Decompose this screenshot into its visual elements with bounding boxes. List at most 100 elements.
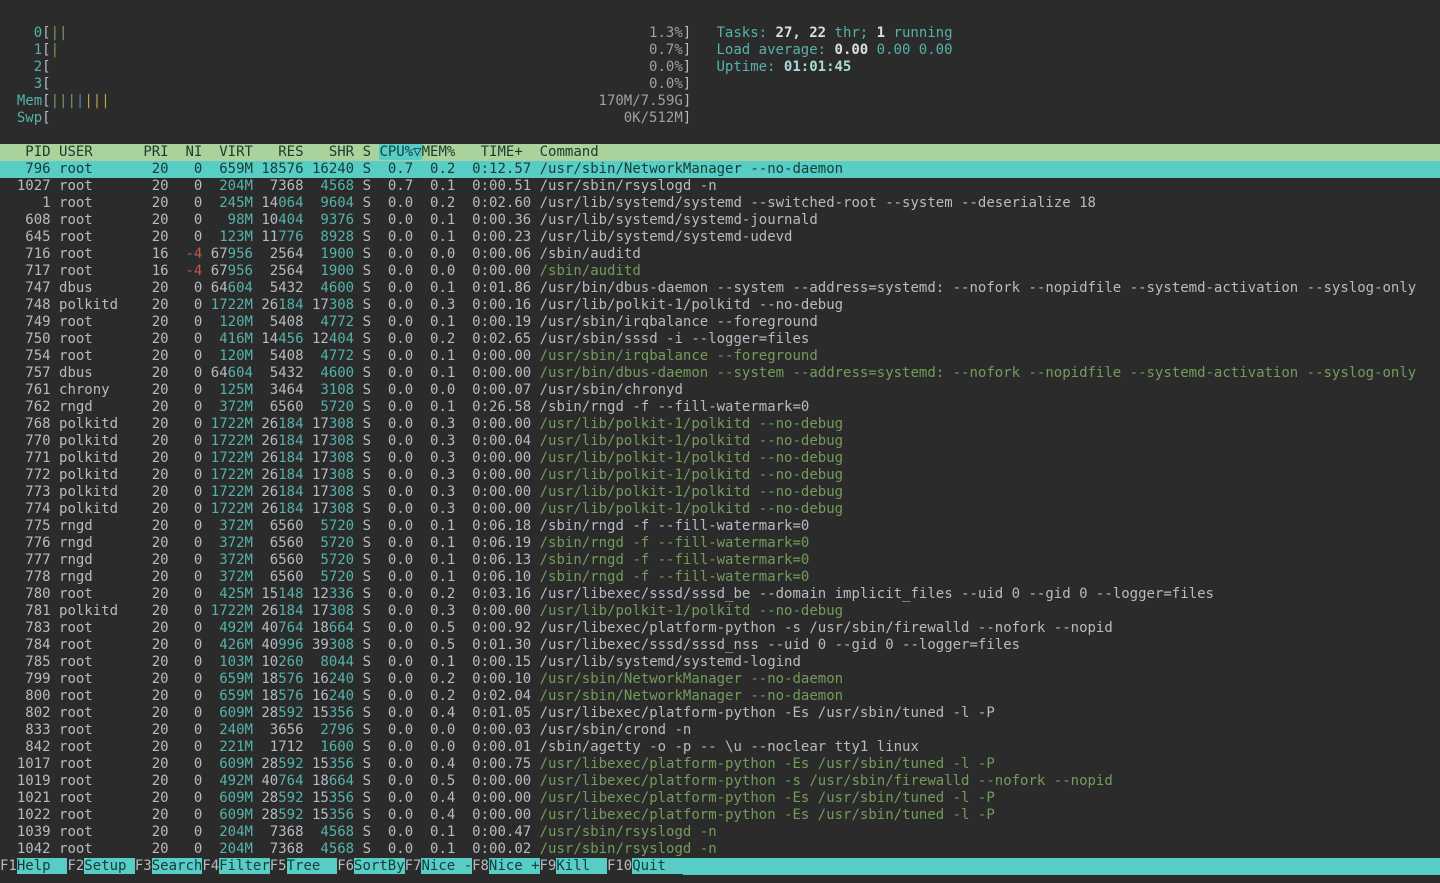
cell-time: 0:00.47 (464, 824, 531, 840)
cell-pri: 20 (143, 722, 168, 738)
process-row[interactable]: 778 rngd 20 0 372M 6560 5720 S 0.0 0.1 0… (0, 569, 1440, 586)
fnkey-nice-[interactable]: F8Nice + (472, 858, 539, 875)
fnkey-label: Tree (287, 858, 338, 874)
process-row[interactable]: 1027 root 20 0 204M 7368 4568 S 0.7 0.1 … (0, 178, 1440, 195)
cell-res: 18576 (261, 161, 303, 177)
process-row[interactable]: 781 polkitd 20 0 1722M 26184 17308 S 0.0… (0, 603, 1440, 620)
column-header-res[interactable]: RES (261, 144, 303, 160)
process-row[interactable]: 608 root 20 0 98M 10404 9376 S 0.0 0.1 0… (0, 212, 1440, 229)
cell-shr: 15356 (312, 705, 354, 721)
process-row[interactable]: 770 polkitd 20 0 1722M 26184 17308 S 0.0… (0, 433, 1440, 450)
column-header-state[interactable]: S (363, 144, 371, 160)
fnkey-search[interactable]: F3Search (135, 858, 202, 875)
process-row[interactable]: 775 rngd 20 0 372M 6560 5720 S 0.0 0.1 0… (0, 518, 1440, 535)
cell-command: /sbin/rngd -f --fill-watermark=0 (540, 399, 810, 415)
process-row[interactable]: 762 rngd 20 0 372M 6560 5720 S 0.0 0.1 0… (0, 399, 1440, 416)
column-header-cpu-sorted[interactable]: CPU%▽ (379, 144, 421, 160)
process-row[interactable]: 800 root 20 0 659M 18576 16240 S 0.0 0.2… (0, 688, 1440, 705)
column-header-command[interactable]: Command (540, 144, 599, 160)
process-row[interactable]: 785 root 20 0 103M 10260 8044 S 0.0 0.1 … (0, 654, 1440, 671)
process-row[interactable]: 747 dbus 20 0 64604 5432 4600 S 0.0 0.1 … (0, 280, 1440, 297)
cell-virt: 204M (211, 178, 253, 194)
column-header-ni[interactable]: NI (177, 144, 202, 160)
cell-user: polkitd (59, 484, 135, 500)
process-row[interactable]: 750 root 20 0 416M 14456 12404 S 0.0 0.2… (0, 331, 1440, 348)
fnkey-quit[interactable]: F10Quit (607, 858, 683, 875)
process-row[interactable]: 768 polkitd 20 0 1722M 26184 17308 S 0.0… (0, 416, 1440, 433)
process-row[interactable]: 757 dbus 20 0 64604 5432 4600 S 0.0 0.1 … (0, 365, 1440, 382)
process-row[interactable]: 773 polkitd 20 0 1722M 26184 17308 S 0.0… (0, 484, 1440, 501)
cell-pri: 20 (143, 586, 168, 602)
cell-state: S (363, 399, 371, 415)
cell-shr: 17308 (312, 484, 354, 500)
cell-virt: 67956 (211, 246, 253, 262)
process-row[interactable]: 777 rngd 20 0 372M 6560 5720 S 0.0 0.1 0… (0, 552, 1440, 569)
process-row[interactable]: 749 root 20 0 120M 5408 4772 S 0.0 0.1 0… (0, 314, 1440, 331)
cell-virt: 659M (211, 161, 253, 177)
process-row[interactable]: 645 root 20 0 123M 11776 8928 S 0.0 0.1 … (0, 229, 1440, 246)
cell-shr: 16240 (312, 161, 354, 177)
process-row[interactable]: 748 polkitd 20 0 1722M 26184 17308 S 0.0… (0, 297, 1440, 314)
process-row[interactable]: 780 root 20 0 425M 15148 12336 S 0.0 0.2… (0, 586, 1440, 603)
fnkey-filter[interactable]: F4Filter (202, 858, 269, 875)
cell-pid: 772 (0, 467, 51, 483)
process-row[interactable]: 754 root 20 0 120M 5408 4772 S 0.0 0.1 0… (0, 348, 1440, 365)
column-header-shr[interactable]: SHR (312, 144, 354, 160)
process-row[interactable]: 717 root 16 -4 67956 2564 1900 S 0.0 0.0… (0, 263, 1440, 280)
fnkey-kill[interactable]: F9Kill (540, 858, 607, 875)
process-row[interactable]: 842 root 20 0 221M 1712 1600 S 0.0 0.0 0… (0, 739, 1440, 756)
fnkey-nice-[interactable]: F7Nice - (405, 858, 472, 875)
column-header-mem[interactable]: MEM% (422, 144, 456, 160)
process-row[interactable]: 1039 root 20 0 204M 7368 4568 S 0.0 0.1 … (0, 824, 1440, 841)
cell-cpu-percent: 0.0 (379, 348, 413, 364)
cell-state: S (363, 382, 371, 398)
column-header-pid[interactable]: PID (0, 144, 51, 160)
fnkey-number: F3 (135, 858, 152, 874)
cell-cpu-percent: 0.0 (379, 535, 413, 551)
cell-pid: 1042 (0, 841, 51, 857)
process-row[interactable]: 774 polkitd 20 0 1722M 26184 17308 S 0.0… (0, 501, 1440, 518)
process-row[interactable]: 771 polkitd 20 0 1722M 26184 17308 S 0.0… (0, 450, 1440, 467)
cell-time: 0:00.02 (464, 841, 531, 857)
process-row[interactable]: 1 root 20 0 245M 14064 9604 S 0.0 0.2 0:… (0, 195, 1440, 212)
fnkey-tree[interactable]: F5Tree (270, 858, 337, 875)
process-row[interactable]: 716 root 16 -4 67956 2564 1900 S 0.0 0.0… (0, 246, 1440, 263)
process-row[interactable]: 1022 root 20 0 609M 28592 15356 S 0.0 0.… (0, 807, 1440, 824)
column-header-virt[interactable]: VIRT (211, 144, 253, 160)
fnkey-setup[interactable]: F2Setup (67, 858, 134, 875)
column-header-user[interactable]: USER (59, 144, 135, 160)
process-row[interactable]: 776 rngd 20 0 372M 6560 5720 S 0.0 0.1 0… (0, 535, 1440, 552)
cell-shr: 9376 (312, 212, 354, 228)
process-row[interactable]: 1017 root 20 0 609M 28592 15356 S 0.0 0.… (0, 756, 1440, 773)
cell-state: S (363, 467, 371, 483)
cell-ni: 0 (177, 586, 202, 602)
cell-time: 0:00.00 (464, 773, 531, 789)
process-row[interactable]: 1042 root 20 0 204M 7368 4568 S 0.0 0.1 … (0, 841, 1440, 858)
fnkey-sortby[interactable]: F6SortBy (337, 858, 404, 875)
cell-mem-percent: 0.1 (422, 569, 456, 585)
process-row[interactable]: 784 root 20 0 426M 40996 39308 S 0.0 0.5… (0, 637, 1440, 654)
process-row[interactable]: 1019 root 20 0 492M 40764 18664 S 0.0 0.… (0, 773, 1440, 790)
process-row[interactable]: 796 root 20 0 659M 18576 16240 S 0.7 0.2… (0, 161, 1440, 178)
process-row[interactable]: 799 root 20 0 659M 18576 16240 S 0.0 0.2… (0, 671, 1440, 688)
column-header-time[interactable]: TIME+ (464, 144, 531, 160)
cell-pid: 783 (0, 620, 51, 636)
process-row[interactable]: 802 root 20 0 609M 28592 15356 S 0.0 0.4… (0, 705, 1440, 722)
process-row[interactable]: 761 chrony 20 0 125M 3464 3108 S 0.0 0.0… (0, 382, 1440, 399)
memory-meter-bar: | (51, 93, 59, 109)
cell-res: 10404 (261, 212, 303, 228)
cell-command: /usr/libexec/platform-python -Es /usr/sb… (540, 756, 995, 772)
process-row[interactable]: 783 root 20 0 492M 40764 18664 S 0.0 0.5… (0, 620, 1440, 637)
process-row[interactable]: 1021 root 20 0 609M 28592 15356 S 0.0 0.… (0, 790, 1440, 807)
column-header-pri[interactable]: PRI (143, 144, 168, 160)
fnkey-help[interactable]: F1Help (0, 858, 67, 875)
cell-pid: 608 (0, 212, 51, 228)
fnkey-label: Filter (219, 858, 270, 874)
process-row[interactable]: 833 root 20 0 240M 3656 2796 S 0.0 0.0 0… (0, 722, 1440, 739)
cell-virt: 64604 (211, 365, 253, 381)
cell-cpu-percent: 0.0 (379, 722, 413, 738)
cell-state: S (363, 501, 371, 517)
cell-mem-percent: 0.4 (422, 790, 456, 806)
process-row[interactable]: 772 polkitd 20 0 1722M 26184 17308 S 0.0… (0, 467, 1440, 484)
cell-mem-percent: 0.0 (422, 739, 456, 755)
